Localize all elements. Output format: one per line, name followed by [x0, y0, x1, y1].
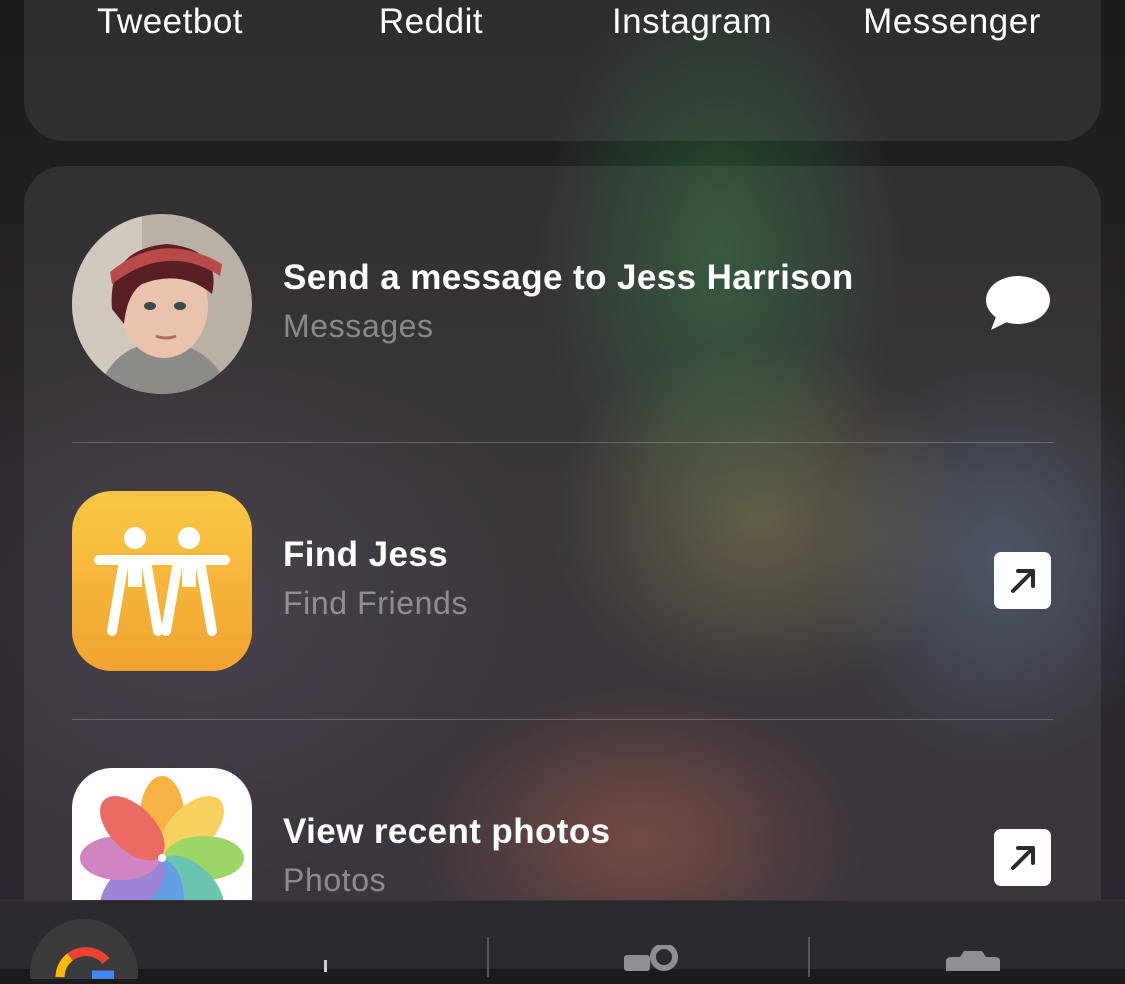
dock-divider	[487, 937, 489, 977]
open-arrow-icon[interactable]	[994, 552, 1051, 609]
dock-divider	[808, 937, 810, 977]
suggestion-row-find[interactable]: Find Jess Find Friends	[24, 443, 1101, 719]
contacts-icon[interactable]	[624, 943, 682, 976]
suggestion-title: View recent photos	[283, 812, 611, 851]
app-label-tweetbot: Tweetbot	[96, 2, 244, 41]
search-icon[interactable]	[318, 959, 332, 977]
contact-avatar	[72, 214, 252, 394]
suggestion-subtitle: Find Friends	[283, 585, 469, 621]
find-friends-icon	[72, 491, 252, 671]
suggestion-subtitle: Photos	[283, 862, 387, 898]
app-label-instagram: Instagram	[611, 2, 773, 41]
suggestion-row-message[interactable]: Send a message to Jess Harrison Messages	[24, 166, 1101, 442]
app-label-reddit: Reddit	[378, 2, 484, 41]
suggestion-title: Send a message to Jess Harrison	[283, 258, 854, 297]
siri-suggestions-card: Send a message to Jess Harrison Messages	[24, 166, 1101, 946]
app-label-messenger: Messenger	[863, 2, 1041, 41]
suggestion-subtitle: Messages	[283, 308, 434, 344]
app-suggestions-card: Tweetbot Reddit Instagram Messenger	[24, 0, 1101, 141]
open-arrow-icon[interactable]	[994, 829, 1051, 886]
bottom-dock	[0, 900, 1125, 984]
suggestion-title: Find Jess	[283, 535, 449, 574]
camera-icon[interactable]	[942, 949, 1004, 976]
message-bubble-icon[interactable]	[985, 274, 1051, 332]
google-icon[interactable]	[30, 919, 138, 984]
